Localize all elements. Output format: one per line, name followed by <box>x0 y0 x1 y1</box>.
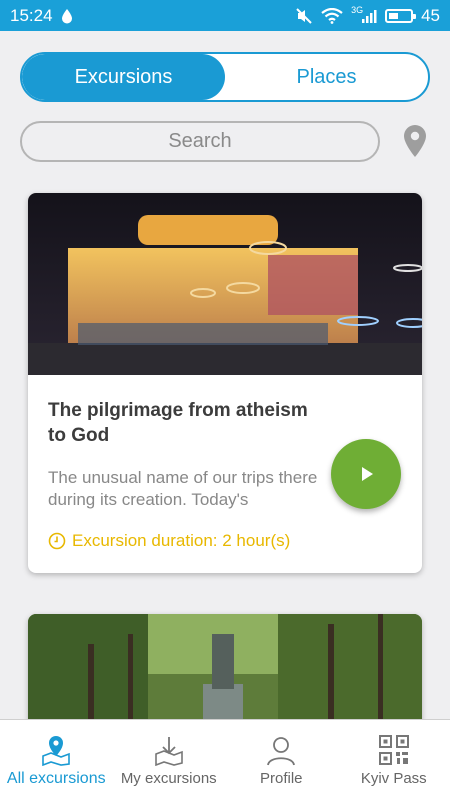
download-map-icon <box>154 737 183 766</box>
clock-icon <box>48 532 66 550</box>
nav-label: Profile <box>259 770 303 787</box>
play-button[interactable] <box>331 439 401 509</box>
excursion-card[interactable]: The pilgrimage from atheism to God The u… <box>28 193 422 573</box>
battery-level: 45 <box>421 5 440 25</box>
tab-excursions[interactable]: Excursions <box>22 54 225 100</box>
status-bar-left: 15:24 <box>10 6 73 26</box>
status-bar-right: 3G 45 <box>295 4 440 26</box>
qr-code-icon <box>378 735 409 765</box>
battery-icon <box>385 8 417 23</box>
search-input[interactable] <box>20 121 380 162</box>
wifi-icon <box>321 7 343 24</box>
network-type: 3G <box>351 4 364 15</box>
excursions-places-toggle: Excursions Places <box>20 52 430 102</box>
nav-kyiv-pass[interactable]: Kyiv Pass <box>338 720 450 800</box>
tab-places[interactable]: Places <box>225 54 428 100</box>
mute-icon <box>296 7 312 24</box>
status-time: 15:24 <box>10 5 53 25</box>
nav-label: All excursions <box>6 770 106 787</box>
bottom-navigation: All excursions My excursions Profile Kyi… <box>0 719 450 800</box>
play-icon <box>362 467 373 481</box>
nav-profile[interactable]: Profile <box>225 720 338 800</box>
nav-label: Kyiv Pass <box>360 770 427 787</box>
battery-fill <box>389 12 399 19</box>
water-drop-icon <box>61 8 72 23</box>
duration-text: Excursion duration: 2 hour(s) <box>72 531 291 550</box>
nav-label: My excursions <box>120 770 217 787</box>
card-title: The pilgrimage from atheism to God <box>48 400 308 446</box>
nav-my-excursions[interactable]: My excursions <box>113 720 226 800</box>
card-description: The unusual name of our trips there duri… <box>48 468 318 509</box>
location-pin-icon[interactable] <box>403 124 427 158</box>
map-pin-icon <box>42 736 71 766</box>
nav-all-excursions[interactable]: All excursions <box>0 720 113 800</box>
excursion-photo <box>28 193 422 375</box>
profile-icon <box>267 737 296 766</box>
card-duration: Excursion duration: 2 hour(s) <box>48 531 290 551</box>
status-bar: 15:24 3G 45 <box>0 0 450 31</box>
signal-icon <box>362 9 377 23</box>
